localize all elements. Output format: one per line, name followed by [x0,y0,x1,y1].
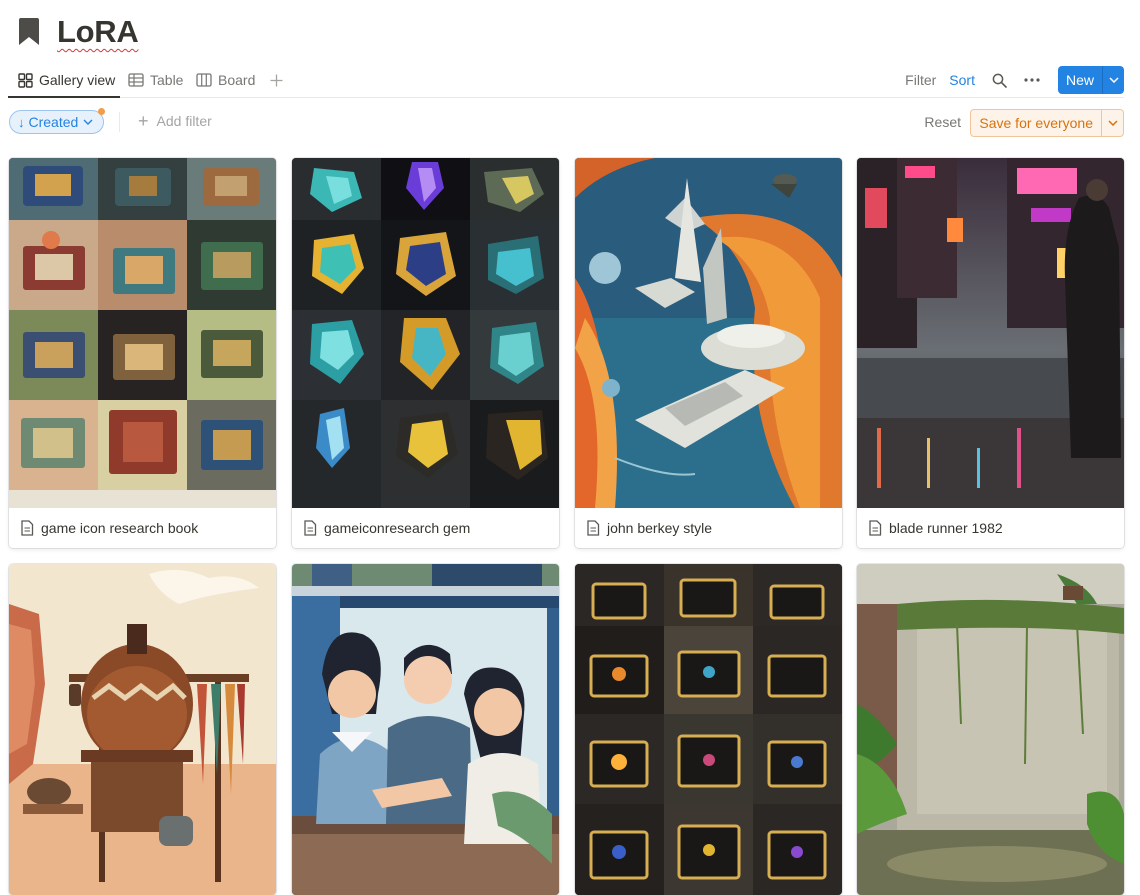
add-view-button[interactable] [266,68,286,92]
gallery-card[interactable] [857,564,1124,895]
plus-icon [270,74,282,86]
arrow-down-icon: ↓ [18,114,25,130]
card-caption: game icon research book [9,508,276,548]
table-icon [128,73,144,87]
card-cover-image [857,564,1124,895]
board-icon [196,73,212,87]
card-title: gameiconresearch gem [324,520,471,536]
filter-bar: ↓ Created + Add filter Reset Save for ev… [8,108,1124,137]
card-cover-image [857,158,1124,508]
card-caption: gameiconresearch gem [292,508,559,548]
reset-button[interactable]: Reset [924,114,961,130]
gallery-card[interactable] [9,564,276,895]
gallery-card[interactable]: game icon research book [9,158,276,548]
search-button[interactable] [988,68,1012,92]
filter-button[interactable]: Filter [905,72,936,88]
new-button[interactable]: New [1057,66,1102,94]
gallery-card[interactable]: blade runner 1982 [857,158,1124,548]
card-cover-image [292,564,559,895]
tab-table[interactable]: Table [128,68,183,92]
card-caption: blade runner 1982 [857,508,1124,548]
chevron-down-icon [1108,77,1119,83]
card-title: blade runner 1982 [889,520,1003,536]
new-options-button[interactable] [1102,66,1124,94]
gallery-card[interactable]: john berkey style [575,158,842,548]
card-cover-image [575,564,842,895]
gallery-grid-icon [18,72,33,88]
chevron-down-icon [1107,120,1118,126]
search-icon [993,73,1008,88]
card-title: game icon research book [41,520,199,536]
card-cover-image [9,158,276,508]
plus-icon: + [138,111,149,131]
active-tab-indicator [8,96,120,98]
card-caption: john berkey style [575,508,842,548]
tab-label: Board [218,72,256,88]
view-tabs-bar: Gallery view Table Board Filter Sort New [8,62,1124,98]
page-icon [21,520,34,536]
page-icon [869,520,882,536]
save-for-everyone-button[interactable]: Save for everyone [971,110,1101,136]
more-icon [1024,78,1040,82]
save-options-button[interactable] [1101,110,1123,136]
page-icon [304,520,317,536]
chevron-down-icon [83,119,93,125]
add-filter-label: Add filter [156,113,212,129]
tab-gallery-view[interactable]: Gallery view [18,68,115,92]
bookmark-icon [19,18,39,45]
sort-pill-label: Created [28,114,79,130]
save-for-everyone-group: Save for everyone [970,109,1124,137]
page-icon [587,520,600,536]
more-options-button[interactable] [1020,68,1044,92]
divider [119,112,120,132]
unsaved-changes-dot [98,108,105,115]
page-title[interactable]: LoRA [57,14,139,50]
tab-board[interactable]: Board [196,68,255,92]
sort-button[interactable]: Sort [949,72,975,88]
card-cover-image [9,564,276,895]
tab-label: Gallery view [39,72,116,88]
gallery-card[interactable] [575,564,842,895]
sort-created-pill[interactable]: ↓ Created [9,110,105,134]
gallery-card[interactable]: gameiconresearch gem [292,158,559,548]
gallery-card[interactable] [292,564,559,895]
view-toolbar: Filter Sort New [905,65,1124,95]
page-header: LoRA [18,12,139,52]
card-cover-image [292,158,559,508]
add-filter-button[interactable]: + Add filter [138,111,212,131]
card-title: john berkey style [607,520,713,536]
card-cover-image [575,158,842,508]
new-button-group: New [1057,66,1124,94]
tab-label: Table [150,72,184,88]
